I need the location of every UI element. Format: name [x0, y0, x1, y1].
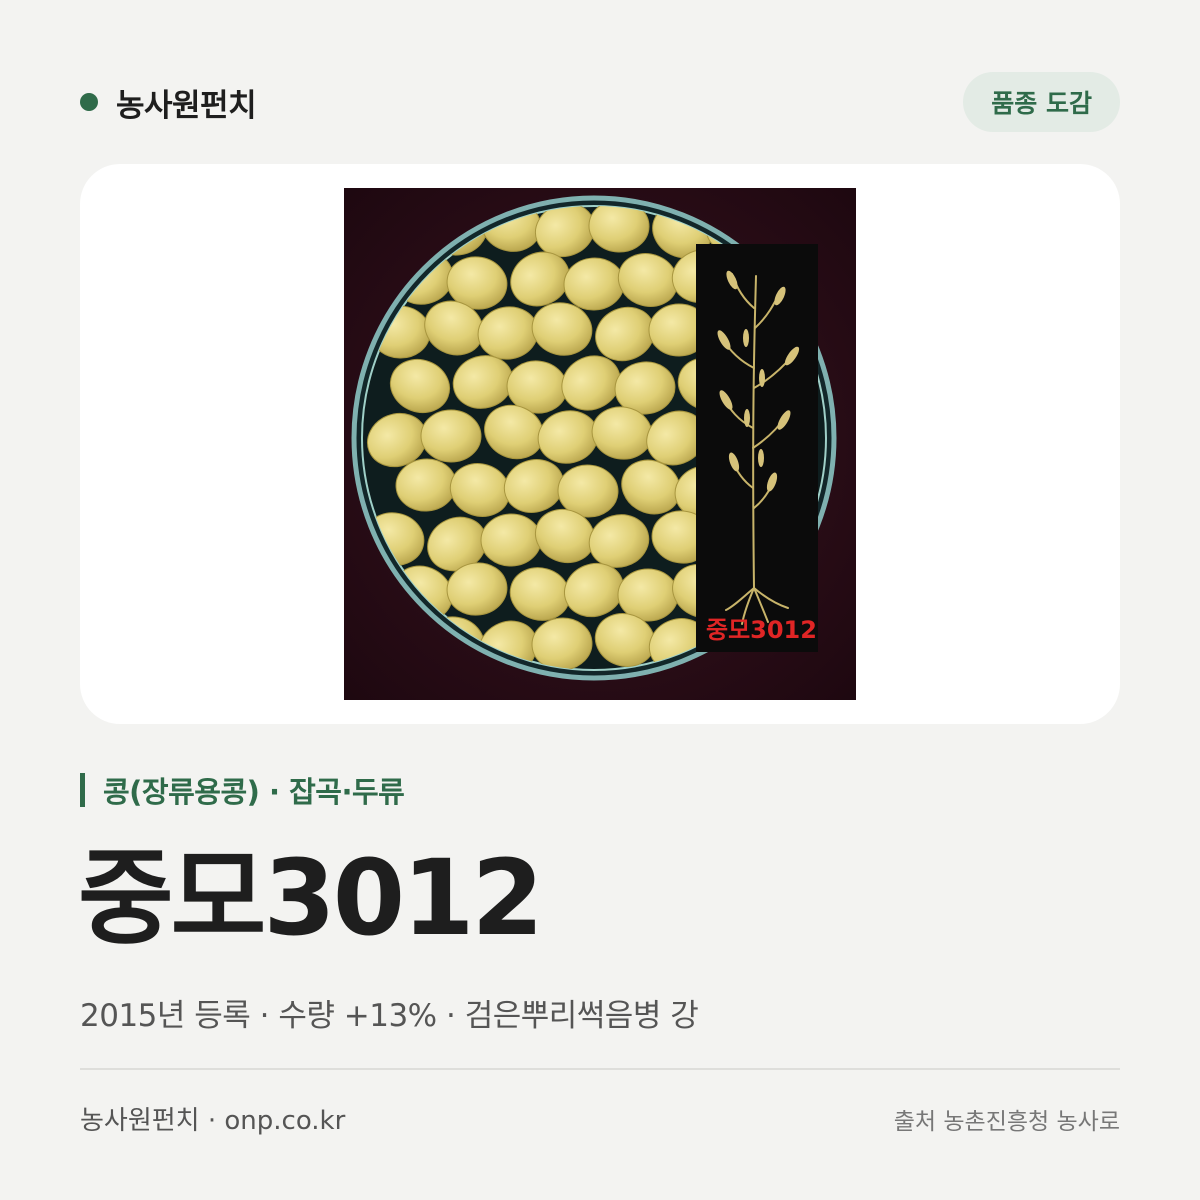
- header: 농사원펀치 품종 도감: [80, 72, 1120, 132]
- category-bar: [80, 773, 85, 807]
- category-text: 콩(장류용콩) · 잡곡·두류: [103, 775, 405, 809]
- footer-site: 농사원펀치 · onp.co.kr: [80, 1106, 346, 1136]
- brand-name: 농사원펀치: [116, 87, 257, 124]
- photo-overlay-label: 중모3012: [706, 616, 817, 644]
- plant-panel: 중모3012: [696, 244, 818, 652]
- soybean-photo: 중모3012: [344, 188, 856, 700]
- brand-dot-icon: [80, 93, 98, 111]
- footer-source: 출처 농촌진흥청 농사로: [893, 1109, 1120, 1135]
- brand: 농사원펀치: [80, 72, 257, 132]
- variety-summary: 2015년 등록 · 수량 +13% · 검은뿌리썩음병 강: [80, 998, 699, 1034]
- category: 콩(장류용콩) · 잡곡·두류: [80, 770, 405, 810]
- variety-name: 중모3012: [78, 837, 544, 959]
- soybean: [420, 409, 482, 463]
- photo-card: 중모3012: [80, 164, 1120, 724]
- tag-pill: 품종 도감: [963, 72, 1120, 132]
- divider: [80, 1068, 1120, 1070]
